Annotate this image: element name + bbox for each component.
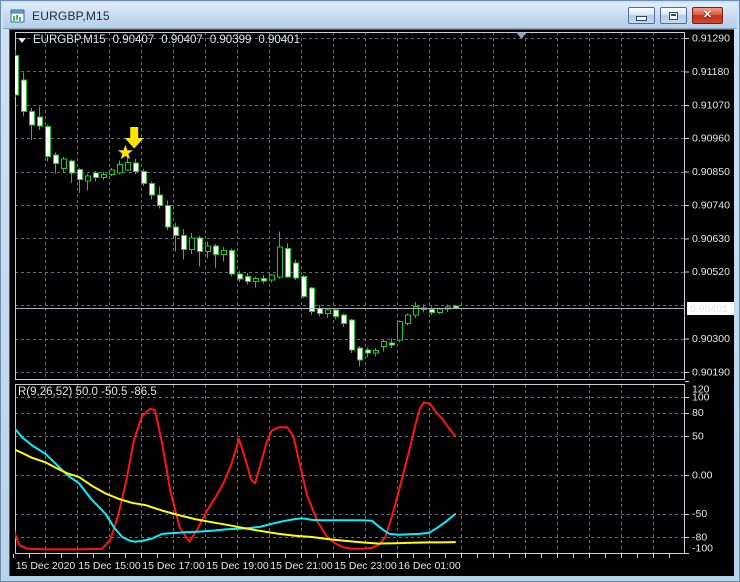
svg-text:-50: -50 <box>692 508 707 520</box>
chart-window: EURGBP,M15 ✕ 0.91290 0.91180 0.91070 0.9096… <box>0 0 740 582</box>
svg-text:0.90630: 0.90630 <box>692 233 730 245</box>
header-close: 0.90401 <box>258 34 300 46</box>
svg-text:-100: -100 <box>692 543 713 555</box>
svg-text:0.90850: 0.90850 <box>692 166 730 178</box>
svg-text:0.90401: 0.90401 <box>690 303 728 315</box>
svg-text:15 Dec 23:00: 15 Dec 23:00 <box>334 560 397 572</box>
restore-button[interactable] <box>660 7 687 24</box>
chart-ohlc-header: EURGBP,M15 0.90407 0.90407 0.90399 0.90401 <box>18 34 300 46</box>
titlebar[interactable]: EURGBP,M15 ✕ <box>3 3 737 29</box>
svg-text:15 Dec 21:00: 15 Dec 21:00 <box>270 560 333 572</box>
svg-text:0.90740: 0.90740 <box>692 199 730 211</box>
svg-text:15 Dec 2020: 15 Dec 2020 <box>16 560 76 572</box>
svg-text:15 Dec 17:00: 15 Dec 17:00 <box>142 560 205 572</box>
collapse-triangle-icon <box>18 37 26 43</box>
svg-text:80: 80 <box>692 407 704 419</box>
header-low: 0.90399 <box>209 34 252 46</box>
svg-text:0.00: 0.00 <box>692 469 713 481</box>
header-symbol: EURGBP,M15 <box>33 34 106 46</box>
restore-icon <box>669 11 678 20</box>
chart-client-area: 0.91290 0.91180 0.91070 0.90960 0.90850 0.907… <box>9 29 734 576</box>
svg-text:16 Dec 01:00: 16 Dec 01:00 <box>398 560 461 572</box>
svg-text:100: 100 <box>692 392 710 404</box>
svg-text:15 Dec 15:00: 15 Dec 15:00 <box>78 560 141 572</box>
svg-text:0.91290: 0.91290 <box>692 33 730 45</box>
svg-text:15 Dec 19:00: 15 Dec 19:00 <box>206 560 269 572</box>
header-high: 0.90407 <box>161 34 203 46</box>
svg-text:0.90190: 0.90190 <box>692 366 730 378</box>
minimize-icon <box>636 16 647 21</box>
chart-surface[interactable]: 0.91290 0.91180 0.91070 0.90960 0.90850 0.907… <box>10 30 734 576</box>
minimize-button[interactable] <box>628 7 655 24</box>
svg-text:0.91070: 0.91070 <box>692 99 730 111</box>
svg-text:0.90300: 0.90300 <box>692 333 730 345</box>
indicator-header: R(9,26,52) 50.0 -50.5 -86.5 <box>18 386 157 398</box>
window-controls: ✕ <box>628 7 737 24</box>
svg-text:0.90520: 0.90520 <box>692 266 730 278</box>
header-open: 0.90407 <box>112 34 155 46</box>
indicator-name: R(9,26,52) <box>18 386 73 398</box>
close-icon: ✕ <box>702 9 713 21</box>
svg-text:0.91180: 0.91180 <box>692 66 729 78</box>
svg-text:50: 50 <box>692 430 704 442</box>
svg-text:0.90960: 0.90960 <box>692 133 730 145</box>
chart-window-icon <box>10 8 26 24</box>
close-button[interactable]: ✕ <box>692 7 723 24</box>
window-title: EURGBP,M15 <box>32 8 110 23</box>
indicator-values: 50.0 -50.5 -86.5 <box>75 386 157 398</box>
